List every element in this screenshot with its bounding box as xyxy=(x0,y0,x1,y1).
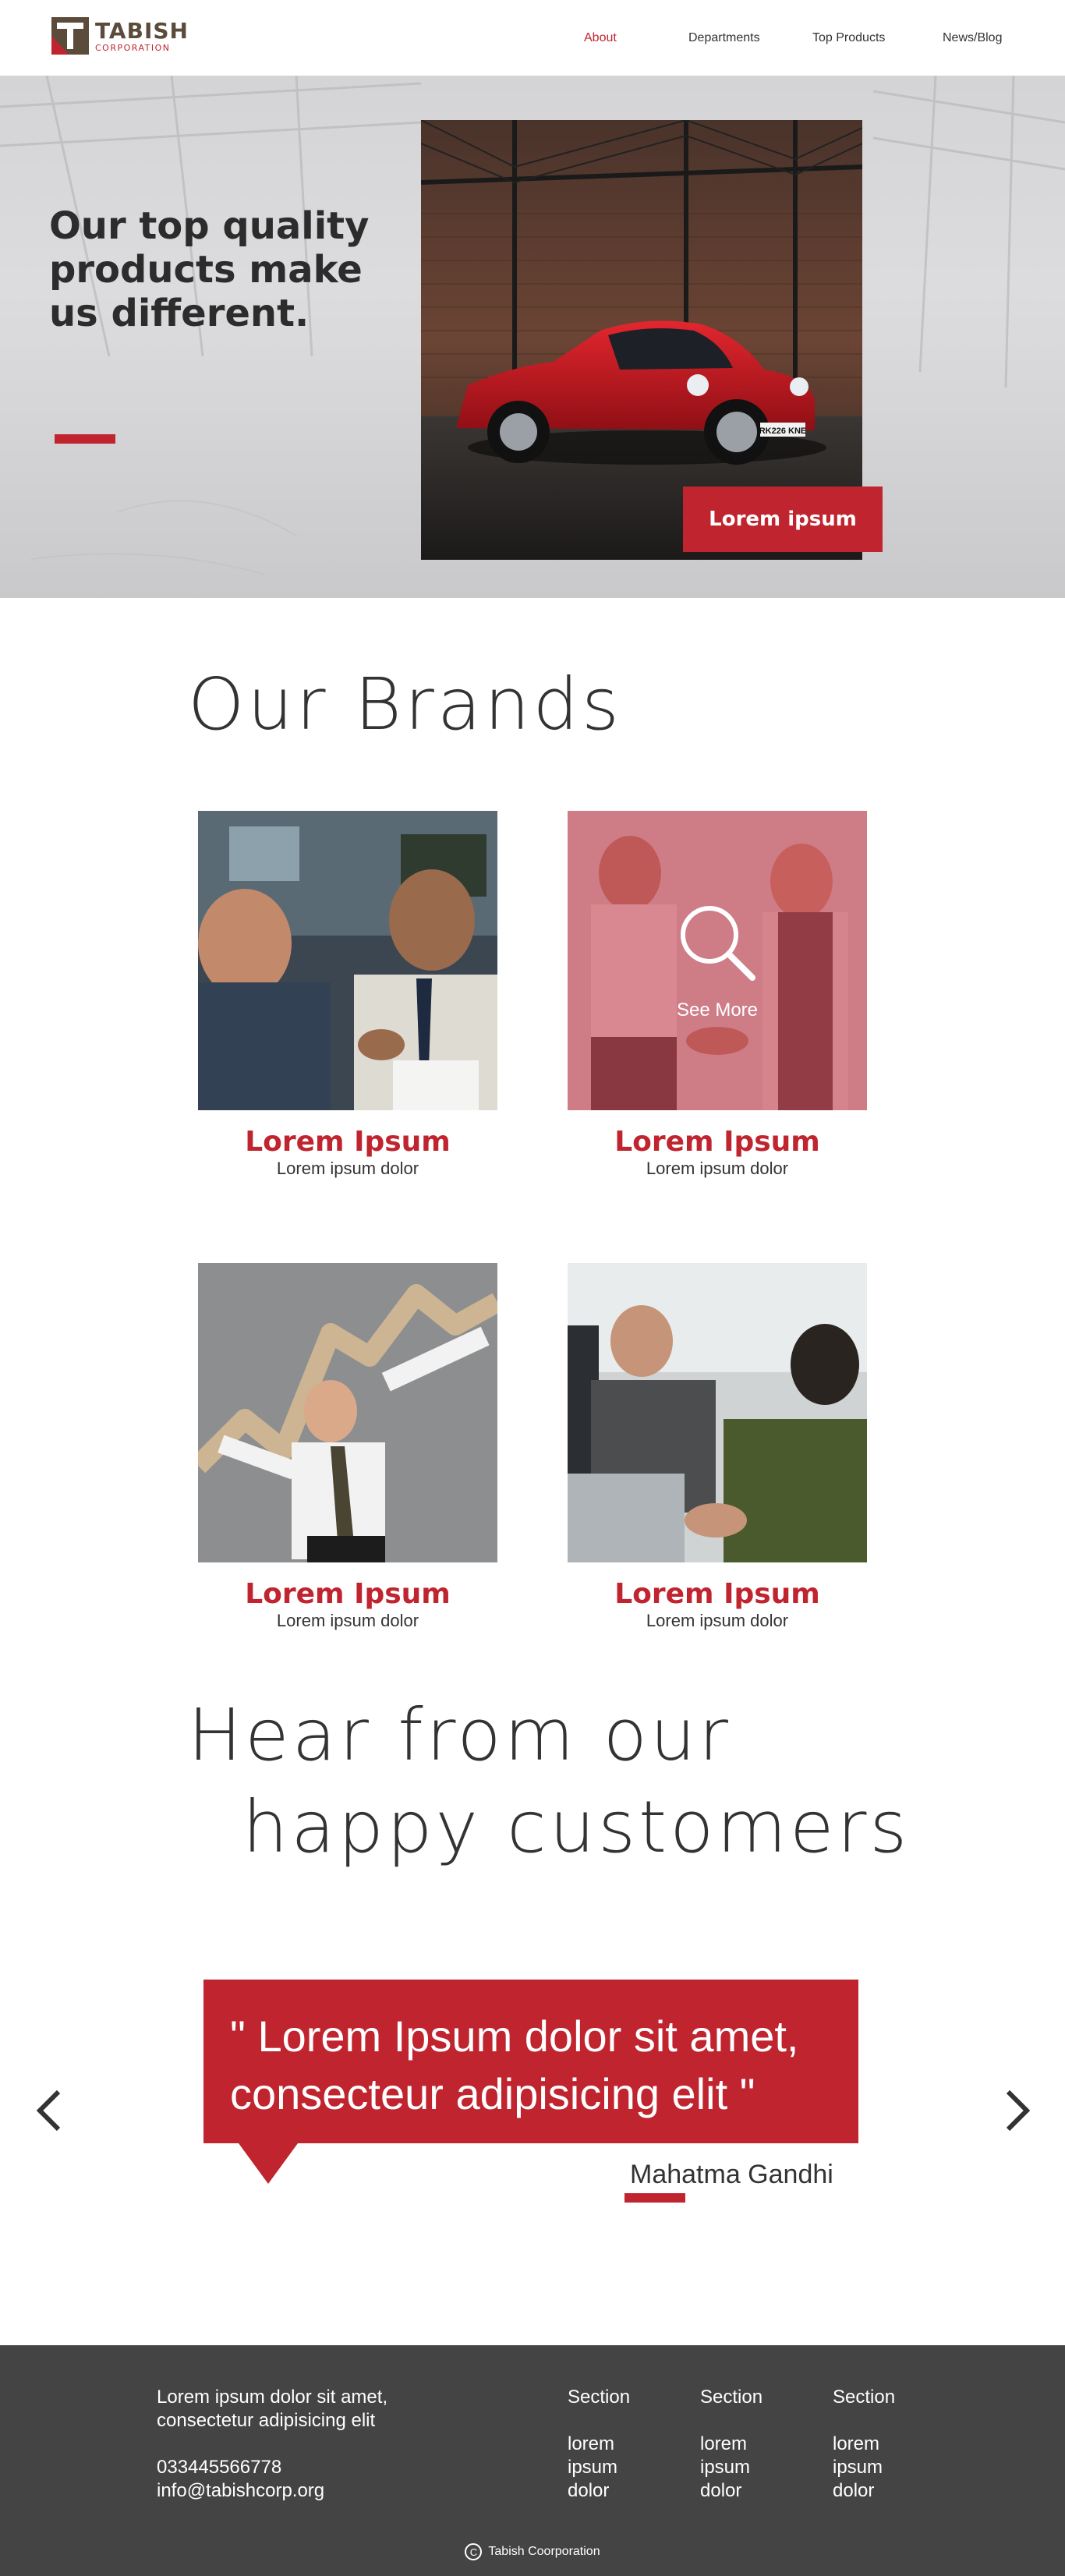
hero-headline: Our top quality products make us differe… xyxy=(49,204,370,335)
search-icon[interactable] xyxy=(674,900,760,985)
hero-cta-button[interactable]: Lorem ipsum xyxy=(683,487,883,552)
footer-section: Section lorem ipsum dolor xyxy=(700,2386,794,2503)
footer-email[interactable]: info@tabishcorp.org xyxy=(157,2479,324,2503)
brand-image[interactable] xyxy=(568,1263,867,1562)
footer-section-heading: Section xyxy=(833,2387,896,2408)
brand-title: Lorem Ipsum xyxy=(245,1126,451,1158)
carousel-next-button[interactable] xyxy=(998,2083,1037,2138)
footer-link[interactable]: dolor xyxy=(700,2479,794,2503)
see-more-link[interactable]: See More xyxy=(677,1000,758,1021)
author-accent-bar xyxy=(624,2193,685,2203)
carousel-prev-button[interactable] xyxy=(30,2083,69,2138)
nav-news-blog[interactable]: News/Blog xyxy=(943,31,1002,45)
license-plate: RK226 KNE xyxy=(759,426,807,436)
hero-accent-bar xyxy=(55,434,115,444)
chevron-right-icon xyxy=(1006,2089,1031,2132)
brand-image[interactable] xyxy=(198,811,497,1110)
logo-icon xyxy=(50,16,90,56)
copyright-text: Tabish Coorporation xyxy=(488,2545,600,2558)
brand-title: Lorem Ipsum xyxy=(614,1578,820,1610)
footer-section-heading: Section xyxy=(568,2387,631,2408)
copyright-icon: C xyxy=(465,2543,483,2560)
page: TABISH CORPORATION About Departments Top… xyxy=(0,0,1065,2576)
brand-image[interactable] xyxy=(198,1263,497,1562)
quote-tail xyxy=(239,2143,298,2184)
brand-subtitle: Lorem ipsum dolor xyxy=(646,1611,789,1630)
brand-hover-overlay[interactable]: See More xyxy=(568,811,867,1110)
logo-name: TABISH xyxy=(95,17,189,44)
testimonial-quote: " Lorem Ipsum dolor sit amet, consecteur… xyxy=(203,1980,858,2143)
nav-departments[interactable]: Departments xyxy=(688,31,760,45)
footer-link[interactable]: dolor xyxy=(568,2479,661,2503)
brand-image[interactable]: See More xyxy=(568,811,867,1110)
site-footer: Lorem ipsum dolor sit amet, consectetur … xyxy=(0,2345,1065,2576)
footer-link[interactable]: lorem xyxy=(700,2433,794,2456)
nav-about[interactable]: About xyxy=(584,31,617,45)
copyright: C Tabish Coorporation xyxy=(0,2543,1065,2560)
brand-card[interactable]: Lorem Ipsum Lorem ipsum dolor xyxy=(568,1263,867,1631)
footer-link[interactable]: dolor xyxy=(833,2479,926,2503)
testimonial-author: Mahatma Gandhi xyxy=(630,2160,833,2189)
testimonials-heading-line2: happy customers xyxy=(242,1785,911,1869)
footer-section: Section lorem ipsum dolor xyxy=(568,2386,661,2503)
brand-title: Lorem Ipsum xyxy=(245,1578,451,1610)
brand-card[interactable]: Lorem Ipsum Lorem ipsum dolor xyxy=(198,1263,497,1631)
brand-title: Lorem Ipsum xyxy=(614,1126,820,1158)
logo[interactable]: TABISH CORPORATION xyxy=(50,16,189,56)
footer-link[interactable]: ipsum xyxy=(833,2456,926,2479)
footer-section: Section lorem ipsum dolor xyxy=(833,2386,926,2503)
brand-subtitle: Lorem ipsum dolor xyxy=(276,1159,419,1178)
footer-phone[interactable]: 033445566778 xyxy=(157,2456,281,2479)
footer-link[interactable]: ipsum xyxy=(568,2456,661,2479)
site-header: TABISH CORPORATION About Departments Top… xyxy=(0,0,1065,76)
footer-about-line2: consectetur adipisicing elit xyxy=(157,2410,376,2431)
footer-section-heading: Section xyxy=(700,2387,763,2408)
nav-top-products[interactable]: Top Products xyxy=(812,31,885,45)
brand-subtitle: Lorem ipsum dolor xyxy=(276,1611,419,1630)
testimonials-heading-line1: Hear from our xyxy=(188,1693,731,1777)
footer-link[interactable]: lorem xyxy=(833,2433,926,2456)
brands-heading: Our Brands xyxy=(188,663,622,746)
footer-link[interactable]: lorem xyxy=(568,2433,661,2456)
footer-about-line1: Lorem ipsum dolor sit amet, xyxy=(157,2387,388,2408)
brand-subtitle: Lorem ipsum dolor xyxy=(646,1159,789,1178)
footer-link[interactable]: ipsum xyxy=(700,2456,794,2479)
brand-card[interactable]: Lorem Ipsum Lorem ipsum dolor xyxy=(198,811,497,1179)
hero-section: Our top quality products make us differe… xyxy=(0,76,1065,598)
brand-card[interactable]: See More Lorem Ipsum Lorem ipsum dolor xyxy=(568,811,867,1179)
chevron-left-icon xyxy=(36,2089,61,2132)
logo-subtitle: CORPORATION xyxy=(95,42,171,53)
